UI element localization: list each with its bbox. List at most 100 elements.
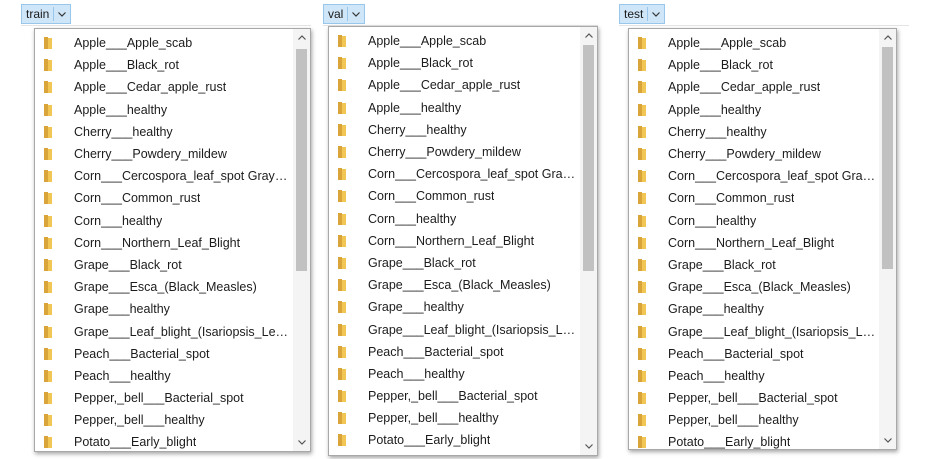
list-item[interactable]: Peach___healthy xyxy=(35,365,292,387)
list-item[interactable]: Apple___healthy xyxy=(329,97,579,119)
tab-val[interactable]: val xyxy=(323,4,366,24)
list-item[interactable]: Corn___healthy xyxy=(629,210,878,232)
list-item[interactable]: Peach___Bacterial_spot xyxy=(35,343,292,365)
list-item[interactable]: Grape___Black_rot xyxy=(35,254,292,276)
list-item[interactable]: Pepper,_bell___Bacterial_spot xyxy=(35,387,292,409)
tab-train[interactable]: train xyxy=(21,4,72,24)
list-item-label: Grape___Leaf_blight_(Isariopsis_Leaf_S..… xyxy=(74,324,292,339)
folder-icon xyxy=(338,190,346,203)
list-item[interactable]: Corn___Northern_Leaf_Blight xyxy=(35,232,292,254)
list-item[interactable]: Apple___Apple_scab xyxy=(35,32,292,54)
list-item[interactable]: Apple___Black_rot xyxy=(629,54,878,76)
list-item[interactable]: Cherry___Powdery_mildew xyxy=(629,143,878,165)
list-item[interactable]: Grape___Leaf_blight_(Isariopsis_Leaf_S..… xyxy=(329,318,579,340)
folder-icon xyxy=(638,81,646,94)
folder-icon xyxy=(338,35,346,48)
chevron-down-icon[interactable] xyxy=(347,7,362,21)
list-item[interactable]: Grape___Esca_(Black_Measles) xyxy=(629,276,878,298)
folder-icon xyxy=(638,192,646,205)
scrollbar[interactable] xyxy=(293,29,310,451)
list-item[interactable]: Peach___healthy xyxy=(629,365,878,387)
list-item[interactable]: Apple___Cedar_apple_rust xyxy=(629,76,878,98)
scroll-up-arrow-icon[interactable] xyxy=(580,27,597,44)
scroll-down-arrow-icon[interactable] xyxy=(293,434,310,451)
list-item[interactable]: Corn___Common_rust xyxy=(35,187,292,209)
list-item[interactable]: Corn___Cercospora_leaf_spot Gray_lea... xyxy=(629,165,878,187)
scrollbar[interactable] xyxy=(580,27,597,455)
list-item[interactable]: Grape___Black_rot xyxy=(629,254,878,276)
list-item[interactable]: Potato___Early_blight xyxy=(329,429,579,451)
list-item[interactable]: Apple___healthy xyxy=(35,99,292,121)
list-item[interactable]: Peach___Bacterial_spot xyxy=(329,341,579,363)
list-item[interactable]: Peach___Bacterial_spot xyxy=(629,343,878,365)
list-item-label: Cherry___Powdery_mildew xyxy=(74,147,227,162)
chevron-down-icon[interactable] xyxy=(53,7,68,21)
list-item-label: Apple___Black_rot xyxy=(74,58,179,73)
list-item[interactable]: Apple___healthy xyxy=(629,99,878,121)
list-item[interactable]: Corn___Cercospora_leaf_spot Gray_lea... xyxy=(35,165,292,187)
list-item[interactable]: Grape___healthy xyxy=(629,298,878,320)
list-item[interactable]: Corn___Common_rust xyxy=(329,185,579,207)
list-item[interactable]: Apple___Cedar_apple_rust xyxy=(329,74,579,96)
list-item[interactable]: Corn___Northern_Leaf_Blight xyxy=(329,230,579,252)
list-item[interactable]: Cherry___Powdery_mildew xyxy=(35,143,292,165)
list-item-label: Corn___Northern_Leaf_Blight xyxy=(668,235,835,250)
list-item[interactable]: Pepper,_bell___Bacterial_spot xyxy=(629,387,878,409)
list-item[interactable]: Corn___healthy xyxy=(35,210,292,232)
list-item[interactable]: Pepper,_bell___healthy xyxy=(629,409,878,431)
list-item[interactable]: Corn___healthy xyxy=(329,208,579,230)
scroll-up-arrow-icon[interactable] xyxy=(879,29,896,46)
scroll-thumb[interactable] xyxy=(583,45,594,271)
list-item-label: Apple___Apple_scab xyxy=(668,36,787,51)
scroll-thumb[interactable] xyxy=(882,47,893,269)
list-item[interactable]: Apple___Cedar_apple_rust xyxy=(35,76,292,98)
list-item[interactable]: Pepper,_bell___healthy xyxy=(35,409,292,431)
list-item-label: Potato___Early_blight xyxy=(74,435,197,450)
folder-icon xyxy=(338,412,346,425)
folder-icon xyxy=(638,125,646,138)
list-item[interactable]: Cherry___healthy xyxy=(329,119,579,141)
list-item[interactable]: Apple___Black_rot xyxy=(35,54,292,76)
list-item[interactable]: Corn___Common_rust xyxy=(629,187,878,209)
header-divider xyxy=(21,25,311,26)
list-item[interactable]: Apple___Apple_scab xyxy=(329,30,579,52)
list-item[interactable]: Potato___Early_blight xyxy=(35,431,292,451)
folder-icon xyxy=(638,236,646,249)
folder-icon xyxy=(338,234,346,247)
list-item-label: Corn___Cercospora_leaf_spot Gray_lea... xyxy=(74,169,292,184)
list-item-label: Pepper,_bell___healthy xyxy=(74,413,205,428)
list-item[interactable]: Corn___Northern_Leaf_Blight xyxy=(629,232,878,254)
dropdown-comparison-view: train Apple___Apple_scab Apple___Black_ro… xyxy=(0,0,928,459)
list-item[interactable]: Grape___Esca_(Black_Measles) xyxy=(35,276,292,298)
list-item[interactable]: Grape___healthy xyxy=(35,298,292,320)
list-item[interactable]: Corn___Cercospora_leaf_spot Gray_lea... xyxy=(329,163,579,185)
folder-icon xyxy=(338,367,346,380)
folder-icon xyxy=(44,148,52,161)
tab-label: val xyxy=(328,7,344,21)
scroll-down-arrow-icon[interactable] xyxy=(580,438,597,455)
list-item[interactable]: Peach___healthy xyxy=(329,363,579,385)
scroll-up-arrow-icon[interactable] xyxy=(293,29,310,46)
scroll-down-arrow-icon[interactable] xyxy=(879,432,896,449)
chevron-down-icon[interactable] xyxy=(647,7,662,21)
list-item[interactable]: Apple___Black_rot xyxy=(329,52,579,74)
list-item[interactable]: Apple___Apple_scab xyxy=(629,32,878,54)
list-item[interactable]: Grape___Leaf_blight_(Isariopsis_Leaf_S..… xyxy=(629,320,878,342)
list-item[interactable]: Potato___Early_blight xyxy=(629,431,878,449)
list-item[interactable]: Pepper,_bell___healthy xyxy=(329,407,579,429)
list-item[interactable]: Grape___Esca_(Black_Measles) xyxy=(329,274,579,296)
scroll-thumb[interactable] xyxy=(296,49,307,271)
list-item[interactable]: Grape___Black_rot xyxy=(329,252,579,274)
list-item[interactable]: Cherry___healthy xyxy=(629,121,878,143)
list-item[interactable]: Grape___Leaf_blight_(Isariopsis_Leaf_S..… xyxy=(35,320,292,342)
folder-icon xyxy=(338,212,346,225)
list-item[interactable]: Cherry___healthy xyxy=(35,121,292,143)
list-item[interactable]: Grape___healthy xyxy=(329,296,579,318)
list-item-label: Grape___Black_rot xyxy=(74,257,182,272)
tab-test[interactable]: test xyxy=(619,4,666,24)
list-item[interactable]: Cherry___Powdery_mildew xyxy=(329,141,579,163)
scrollbar[interactable] xyxy=(879,29,896,449)
list-item-label: Grape___Black_rot xyxy=(368,255,476,270)
folder-icon xyxy=(44,214,52,227)
list-item[interactable]: Pepper,_bell___Bacterial_spot xyxy=(329,385,579,407)
